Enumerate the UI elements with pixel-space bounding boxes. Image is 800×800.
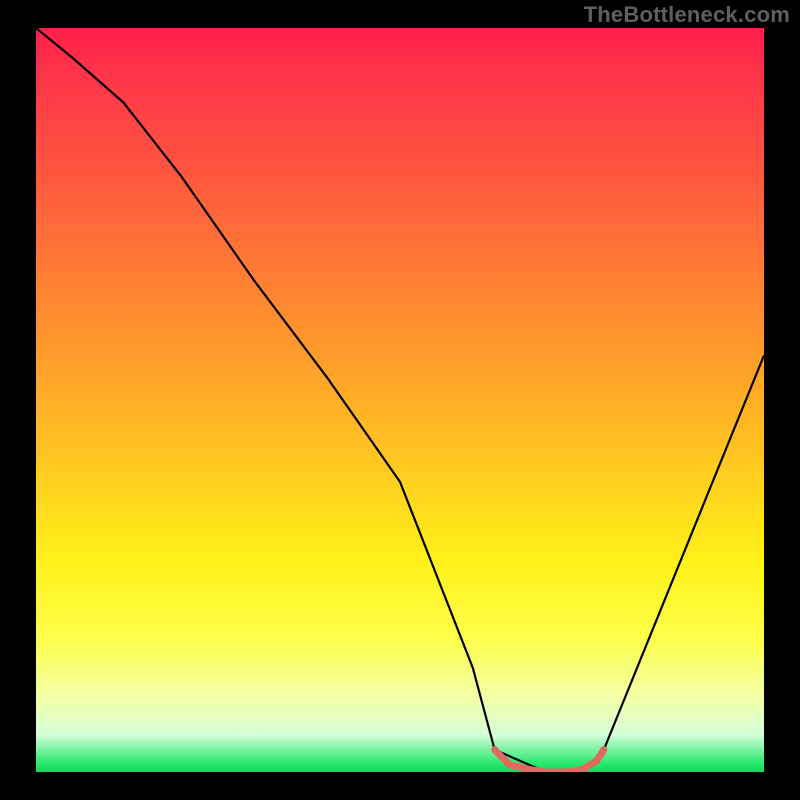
curve-layer	[36, 28, 764, 772]
chart-frame: TheBottleneck.com	[0, 0, 800, 800]
optimal-range	[495, 750, 604, 772]
bottleneck-curve	[36, 28, 764, 772]
plot-area	[36, 28, 764, 772]
watermark-label: TheBottleneck.com	[584, 2, 790, 28]
